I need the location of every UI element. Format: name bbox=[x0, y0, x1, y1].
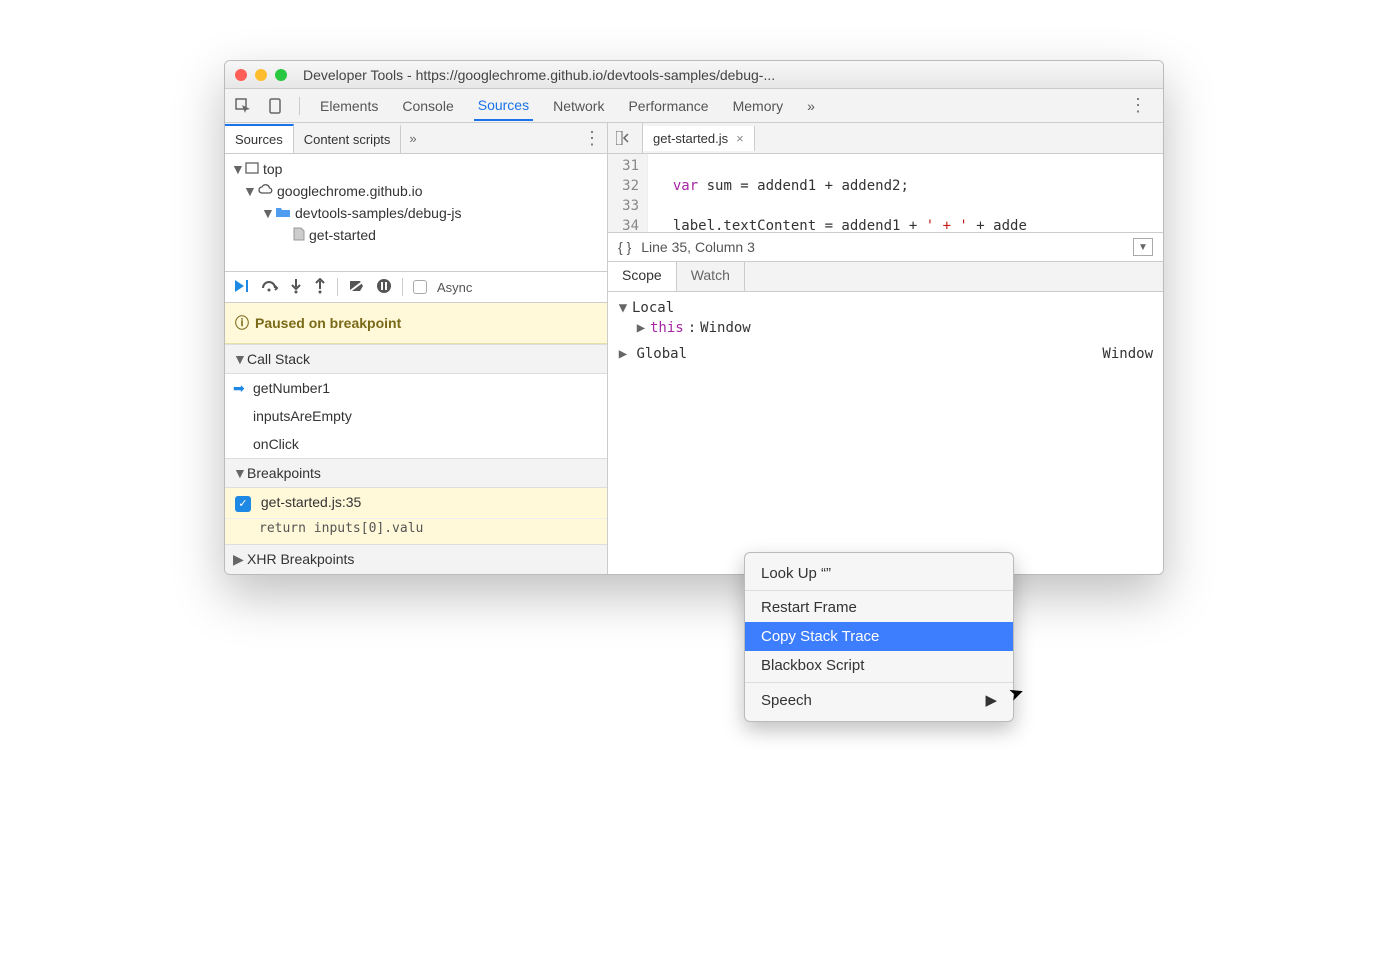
code-lines: var sum = addend1 + addend2; label.textC… bbox=[648, 154, 1035, 232]
ctx-blackbox-script[interactable]: Blackbox Script bbox=[745, 651, 1013, 680]
devtools-window: Developer Tools - https://googlechrome.g… bbox=[224, 60, 1164, 575]
device-toggle-icon[interactable] bbox=[267, 98, 283, 114]
editor-tab-label: get-started.js bbox=[653, 131, 728, 146]
step-over-icon[interactable] bbox=[261, 278, 279, 297]
tree-folder[interactable]: ▼ devtools-samples/debug-js bbox=[225, 202, 607, 224]
tree-file-label: get-started bbox=[309, 227, 376, 243]
breakpoints-label: Breakpoints bbox=[247, 465, 321, 481]
step-into-icon[interactable] bbox=[289, 278, 303, 297]
breakpoint-checkbox[interactable]: ✓ bbox=[235, 496, 251, 512]
tabs-overflow[interactable]: » bbox=[803, 92, 819, 120]
scope-global-value: Window bbox=[1102, 346, 1153, 362]
sources-tabs-overflow[interactable]: » bbox=[401, 125, 424, 152]
editor-tab-open-file[interactable]: get-started.js × bbox=[643, 126, 755, 151]
breakpoint-code: return inputs[0].valu bbox=[225, 519, 607, 544]
file-tree: ▼ top ▼ googlechrome.github.io ▼ devtool… bbox=[225, 154, 607, 272]
paused-message: Paused on breakpoint bbox=[255, 315, 401, 331]
tree-folder-label: devtools-samples/debug-js bbox=[295, 205, 462, 221]
scope-global-label: Global bbox=[636, 346, 687, 362]
xhr-breakpoints-header[interactable]: ▶XHR Breakpoints bbox=[225, 544, 607, 574]
inspect-element-icon[interactable] bbox=[235, 98, 251, 114]
step-out-icon[interactable] bbox=[313, 278, 327, 297]
tree-root[interactable]: ▼ top bbox=[225, 158, 607, 180]
context-menu: Look Up “” Restart Frame Copy Stack Trac… bbox=[744, 552, 1014, 722]
editor-tabs: get-started.js × bbox=[608, 123, 1163, 154]
tree-root-label: top bbox=[263, 161, 282, 177]
info-icon: ⓘ bbox=[235, 313, 249, 333]
editor-dropdown-icon[interactable]: ▼ bbox=[1133, 238, 1153, 256]
folder-icon bbox=[275, 205, 291, 222]
call-stack-header[interactable]: ▼Call Stack bbox=[225, 344, 607, 374]
debugger-toolbar: Async bbox=[225, 272, 607, 303]
line-gutter: 31 32 33 34 bbox=[608, 154, 648, 232]
resume-icon[interactable] bbox=[233, 278, 251, 297]
window-title: Developer Tools - https://googlechrome.g… bbox=[303, 67, 1153, 83]
breakpoint-item[interactable]: ✓ get-started.js:35 bbox=[225, 488, 607, 519]
sources-kebab-icon[interactable]: ⋮ bbox=[577, 128, 607, 149]
paused-banner: ⓘ Paused on breakpoint bbox=[225, 303, 607, 344]
editor-nav-icon[interactable] bbox=[608, 123, 643, 153]
ctx-speech[interactable]: Speech▶ bbox=[745, 685, 1013, 715]
tab-console[interactable]: Console bbox=[398, 92, 457, 120]
sources-tab[interactable]: Sources bbox=[225, 124, 294, 153]
code-editor[interactable]: 31 32 33 34 var sum = addend1 + addend2;… bbox=[608, 154, 1163, 232]
tree-domain-label: googlechrome.github.io bbox=[277, 183, 423, 199]
scope-local[interactable]: ▼Local bbox=[618, 298, 1153, 318]
window-maximize-icon[interactable] bbox=[275, 69, 287, 81]
window-close-icon[interactable] bbox=[235, 69, 247, 81]
xhr-breakpoints-label: XHR Breakpoints bbox=[247, 551, 354, 567]
tab-performance[interactable]: Performance bbox=[624, 92, 712, 120]
scope-tabs: Scope Watch bbox=[608, 262, 1163, 292]
window-minimize-icon[interactable] bbox=[255, 69, 267, 81]
deactivate-breakpoints-icon[interactable] bbox=[348, 278, 366, 297]
scope-this-value: Window bbox=[700, 320, 751, 336]
tree-domain[interactable]: ▼ googlechrome.github.io bbox=[225, 180, 607, 202]
tab-sources[interactable]: Sources bbox=[474, 91, 533, 121]
tab-elements[interactable]: Elements bbox=[316, 92, 382, 120]
scope-this-label: this bbox=[650, 320, 684, 336]
async-checkbox[interactable] bbox=[413, 280, 427, 294]
content-scripts-tab[interactable]: Content scripts bbox=[294, 124, 402, 153]
cursor-position: Line 35, Column 3 bbox=[641, 239, 755, 255]
ctx-lookup[interactable]: Look Up “” bbox=[745, 559, 1013, 588]
close-tab-icon[interactable]: × bbox=[736, 131, 744, 146]
call-stack-label: Call Stack bbox=[247, 351, 310, 367]
async-label: Async bbox=[437, 280, 472, 295]
editor-status: { } Line 35, Column 3 ▼ bbox=[608, 232, 1163, 262]
call-stack-frame-1[interactable]: inputsAreEmpty bbox=[225, 402, 607, 430]
scope-local-label: Local bbox=[632, 300, 674, 316]
tree-file[interactable]: get-started bbox=[225, 224, 607, 246]
cloud-icon bbox=[257, 183, 273, 200]
submenu-arrow-icon: ▶ bbox=[985, 691, 997, 709]
tab-watch[interactable]: Watch bbox=[677, 262, 745, 291]
scope-global[interactable]: ▶ Global Window bbox=[608, 344, 1163, 364]
pretty-print-icon[interactable]: { } bbox=[618, 239, 631, 255]
titlebar: Developer Tools - https://googlechrome.g… bbox=[225, 61, 1163, 89]
breakpoint-file: get-started.js:35 bbox=[261, 494, 361, 510]
frame-icon bbox=[245, 161, 259, 178]
tab-network[interactable]: Network bbox=[549, 92, 608, 120]
call-stack-frame-2[interactable]: onClick bbox=[225, 430, 607, 458]
scope-this[interactable]: ▶this: Window bbox=[618, 318, 1153, 338]
pause-exceptions-icon[interactable] bbox=[376, 278, 392, 297]
settings-kebab-icon[interactable]: ⋮ bbox=[1123, 95, 1153, 116]
ctx-copy-stack-trace[interactable]: Copy Stack Trace bbox=[745, 622, 1013, 651]
breakpoints-header[interactable]: ▼Breakpoints bbox=[225, 458, 607, 488]
ctx-restart-frame[interactable]: Restart Frame bbox=[745, 593, 1013, 622]
file-icon bbox=[293, 227, 305, 244]
tab-memory[interactable]: Memory bbox=[729, 92, 788, 120]
tab-scope[interactable]: Scope bbox=[608, 262, 677, 291]
main-toolbar: Elements Console Sources Network Perform… bbox=[225, 89, 1163, 123]
call-stack-frame-0[interactable]: getNumber1 bbox=[225, 374, 607, 402]
